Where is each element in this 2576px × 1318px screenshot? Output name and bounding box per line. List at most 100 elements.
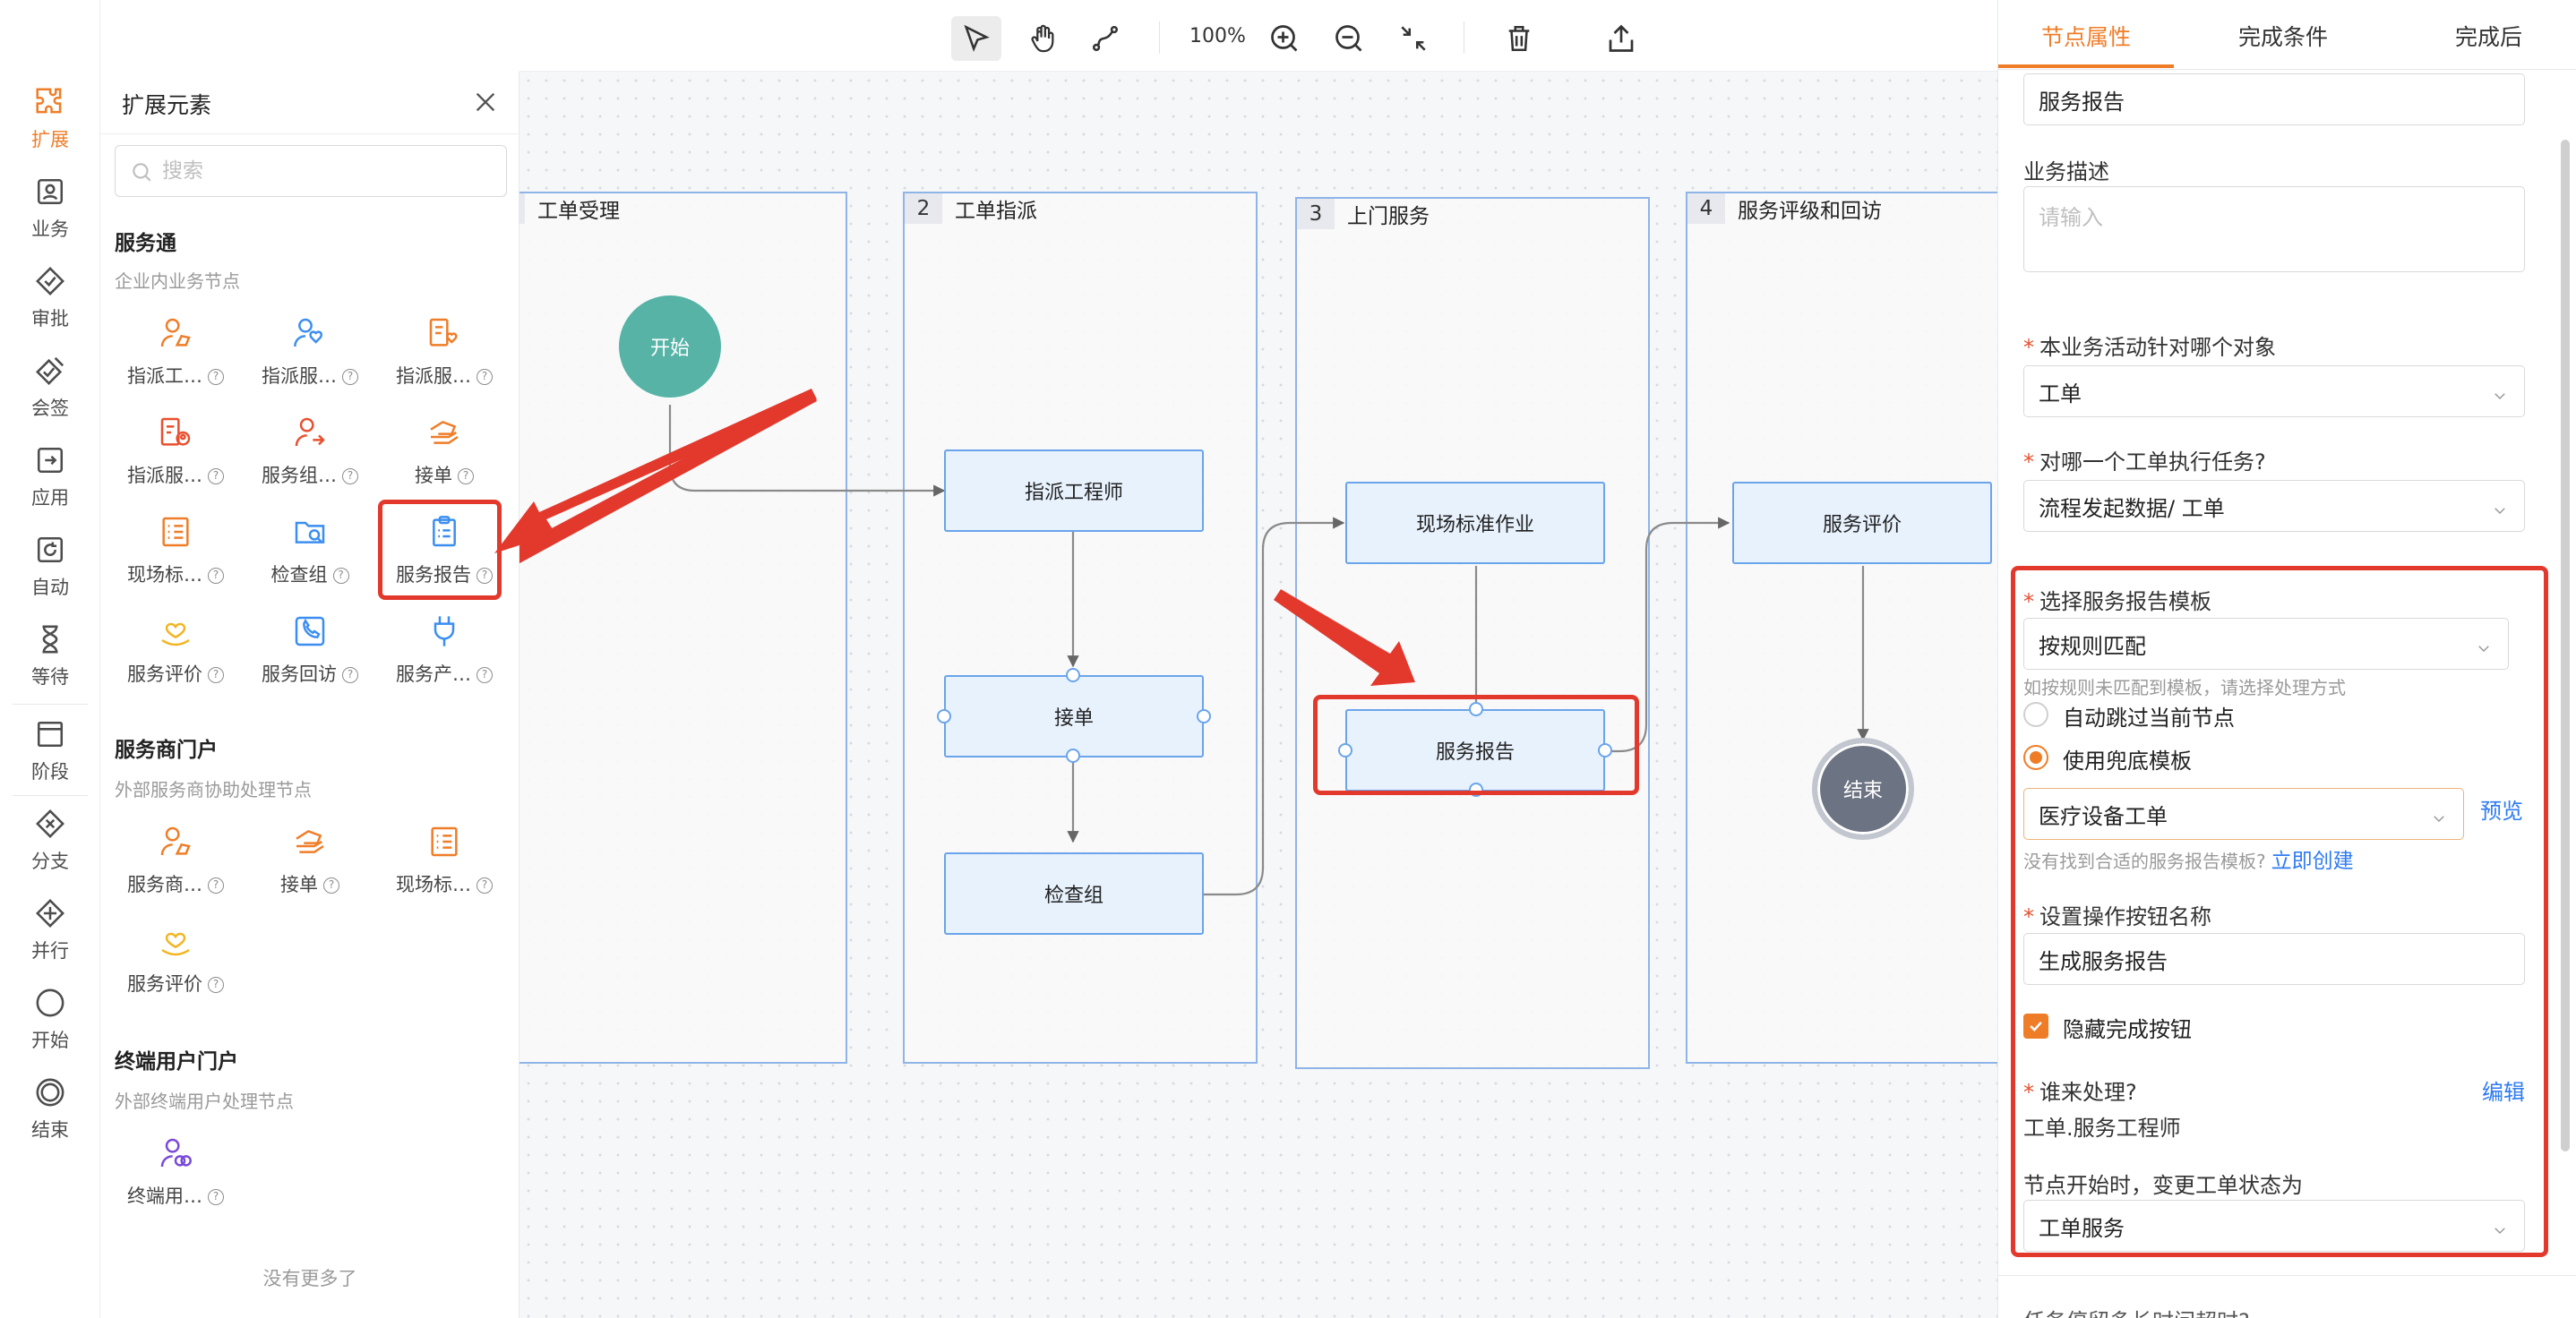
rail-item-auto[interactable]: 自动	[0, 523, 100, 609]
radio-skip-node[interactable]	[2023, 702, 2048, 727]
help-icon[interactable]: ?	[458, 468, 474, 484]
hide-complete-checkbox[interactable]	[2023, 1014, 2048, 1039]
flow-canvas[interactable]: 工单受理 2工单指派 3上门服务 4服务评级和回访 开始 指派工程师 接单	[519, 72, 1997, 1318]
rail-label: 等待	[31, 666, 69, 688]
rail-item-app[interactable]: 应用	[0, 433, 100, 519]
template-label: * 选择服务报告模板	[2023, 589, 2211, 614]
preview-link[interactable]: 预览	[2480, 793, 2523, 825]
section-subtitle: 外部服务商协助处理节点	[115, 779, 312, 800]
tool-check-group[interactable]: 检查组?	[243, 514, 377, 602]
canvas-toolbar: 100%	[519, 0, 1997, 72]
help-icon[interactable]: ?	[323, 877, 339, 894]
delete-icon[interactable]	[1494, 16, 1544, 61]
rail-item-parallel[interactable]: 并行	[0, 886, 100, 972]
active-tab-indicator	[1998, 64, 2174, 68]
panel-header: 扩展元素	[100, 72, 519, 134]
template-hint: 如按规则未匹配到模板，请选择处理方式	[2023, 677, 2346, 698]
tool-assign-engineer[interactable]: 指派工…?	[108, 315, 243, 403]
create-now-link[interactable]: 立即创建	[2271, 850, 2354, 873]
extension-panel: 扩展元素 服务通 企业内业务节点 指派工…? 指派服…? 指派服…? 指派服…?…	[100, 72, 519, 1318]
hand-receive-icon	[292, 824, 328, 860]
countersign-icon	[32, 353, 68, 389]
tool-label: 接单	[415, 465, 452, 486]
stage-icon	[32, 716, 68, 752]
target-select[interactable]: 流程发起数据/ 工单	[2023, 480, 2525, 532]
tool-assign-service-3[interactable]: 指派服…?	[108, 415, 243, 502]
rail-label: 分支	[31, 851, 69, 872]
radio-fallback-template[interactable]	[2023, 745, 2048, 770]
zoom-level: 100%	[1189, 25, 1246, 47]
tool-service-revisit[interactable]: 服务回访?	[243, 613, 377, 701]
help-icon[interactable]: ?	[208, 877, 224, 894]
radio-skip-label: 自动跳过当前节点	[2063, 706, 2235, 731]
rail-item-countersign[interactable]: 会签	[0, 344, 100, 430]
rail-item-end[interactable]: 结束	[0, 1066, 100, 1151]
search-input[interactable]	[162, 153, 494, 189]
who-value: 工单.服务工程师	[2023, 1116, 2181, 1141]
hand-pan-icon[interactable]	[1018, 16, 1068, 61]
name-input[interactable]: 服务报告	[2023, 73, 2525, 125]
search-box	[115, 145, 507, 197]
user-link-icon	[158, 1135, 193, 1171]
chevron-down-icon	[2431, 807, 2447, 823]
tool-service-group[interactable]: 服务组…?	[243, 415, 377, 502]
connector-icon[interactable]	[1080, 16, 1130, 61]
help-icon[interactable]: ?	[208, 977, 224, 993]
rail-item-business[interactable]: 业务	[0, 165, 100, 251]
help-icon[interactable]: ?	[208, 468, 224, 484]
help-icon[interactable]: ?	[208, 667, 224, 683]
left-rail: 扩展 业务 审批 会签 应用 自动 等待 阶段 分支 并行 开始 结束	[0, 0, 100, 1318]
tool-end-user[interactable]: 终端用…?	[108, 1135, 243, 1223]
start-circle-icon	[32, 985, 68, 1021]
status-value: 工单服务	[2039, 1215, 2125, 1241]
help-icon[interactable]: ?	[208, 1189, 224, 1205]
scrollbar[interactable]	[2561, 140, 2570, 1151]
zoom-in-icon[interactable]	[1259, 16, 1309, 61]
engineer-hand-icon	[158, 824, 193, 860]
help-icon[interactable]: ?	[332, 568, 349, 584]
help-icon[interactable]: ?	[208, 568, 224, 584]
help-icon[interactable]: ?	[342, 667, 358, 683]
button-name-label-text: 设置操作按钮名称	[2039, 904, 2211, 929]
help-icon[interactable]: ?	[477, 877, 493, 894]
rail-item-wait[interactable]: 等待	[0, 612, 100, 698]
edit-link[interactable]: 编辑	[2482, 1074, 2525, 1106]
object-select[interactable]: 工单	[2023, 365, 2525, 417]
tab-after-completion[interactable]: 完成后	[2455, 20, 2522, 52]
fallback-select[interactable]: 医疗设备工单	[2023, 788, 2464, 840]
status-select[interactable]: 工单服务	[2023, 1200, 2525, 1252]
help-icon[interactable]: ?	[342, 369, 358, 385]
target-value: 流程发起数据/ 工单	[2039, 495, 2225, 521]
section-subtitle: 外部终端用户处理节点	[115, 1091, 294, 1112]
timeout-label: 任务停留多长时间超时?	[2023, 1304, 2250, 1318]
close-icon[interactable]	[471, 88, 500, 116]
help-icon[interactable]: ?	[342, 468, 358, 484]
select-pointer-icon[interactable]	[951, 16, 1001, 61]
help-icon[interactable]: ?	[477, 667, 493, 683]
rail-item-branch[interactable]: 分支	[0, 797, 100, 883]
tool-service-evaluation[interactable]: 服务评价?	[108, 613, 243, 701]
rail-item-approval[interactable]: 审批	[0, 254, 100, 340]
tool-provider-evaluation[interactable]: 服务评价?	[108, 923, 243, 1011]
help-icon[interactable]: ?	[208, 369, 224, 385]
desc-textarea[interactable]: 请输入	[2023, 186, 2525, 272]
tab-completion-conditions[interactable]: 完成条件	[2238, 20, 2328, 52]
section-divider	[1998, 1275, 2576, 1276]
tool-service-product[interactable]: 服务产…?	[377, 613, 511, 701]
rail-item-stage[interactable]: 阶段	[0, 707, 100, 793]
zoom-out-icon[interactable]	[1324, 16, 1374, 61]
tab-node-properties[interactable]: 节点属性	[2041, 20, 2131, 52]
rail-item-start[interactable]: 开始	[0, 976, 100, 1062]
export-icon[interactable]	[1596, 16, 1646, 61]
button-name-input[interactable]: 生成服务报告	[2023, 933, 2525, 985]
tool-provider-assign[interactable]: 服务商…?	[108, 824, 243, 911]
rail-item-extension[interactable]: 扩展	[0, 75, 100, 161]
template-select[interactable]: 按规则匹配	[2023, 618, 2509, 670]
tool-provider-accept[interactable]: 接单?	[243, 824, 377, 911]
tool-provider-onsite[interactable]: 现场标…?	[377, 824, 511, 911]
tool-label: 指派工…	[127, 365, 202, 387]
fit-collapse-icon[interactable]	[1388, 16, 1438, 61]
rail-label: 并行	[31, 940, 69, 962]
tool-onsite-standard[interactable]: 现场标…?	[108, 514, 243, 602]
tool-assign-service-1[interactable]: 指派服…?	[243, 315, 377, 403]
